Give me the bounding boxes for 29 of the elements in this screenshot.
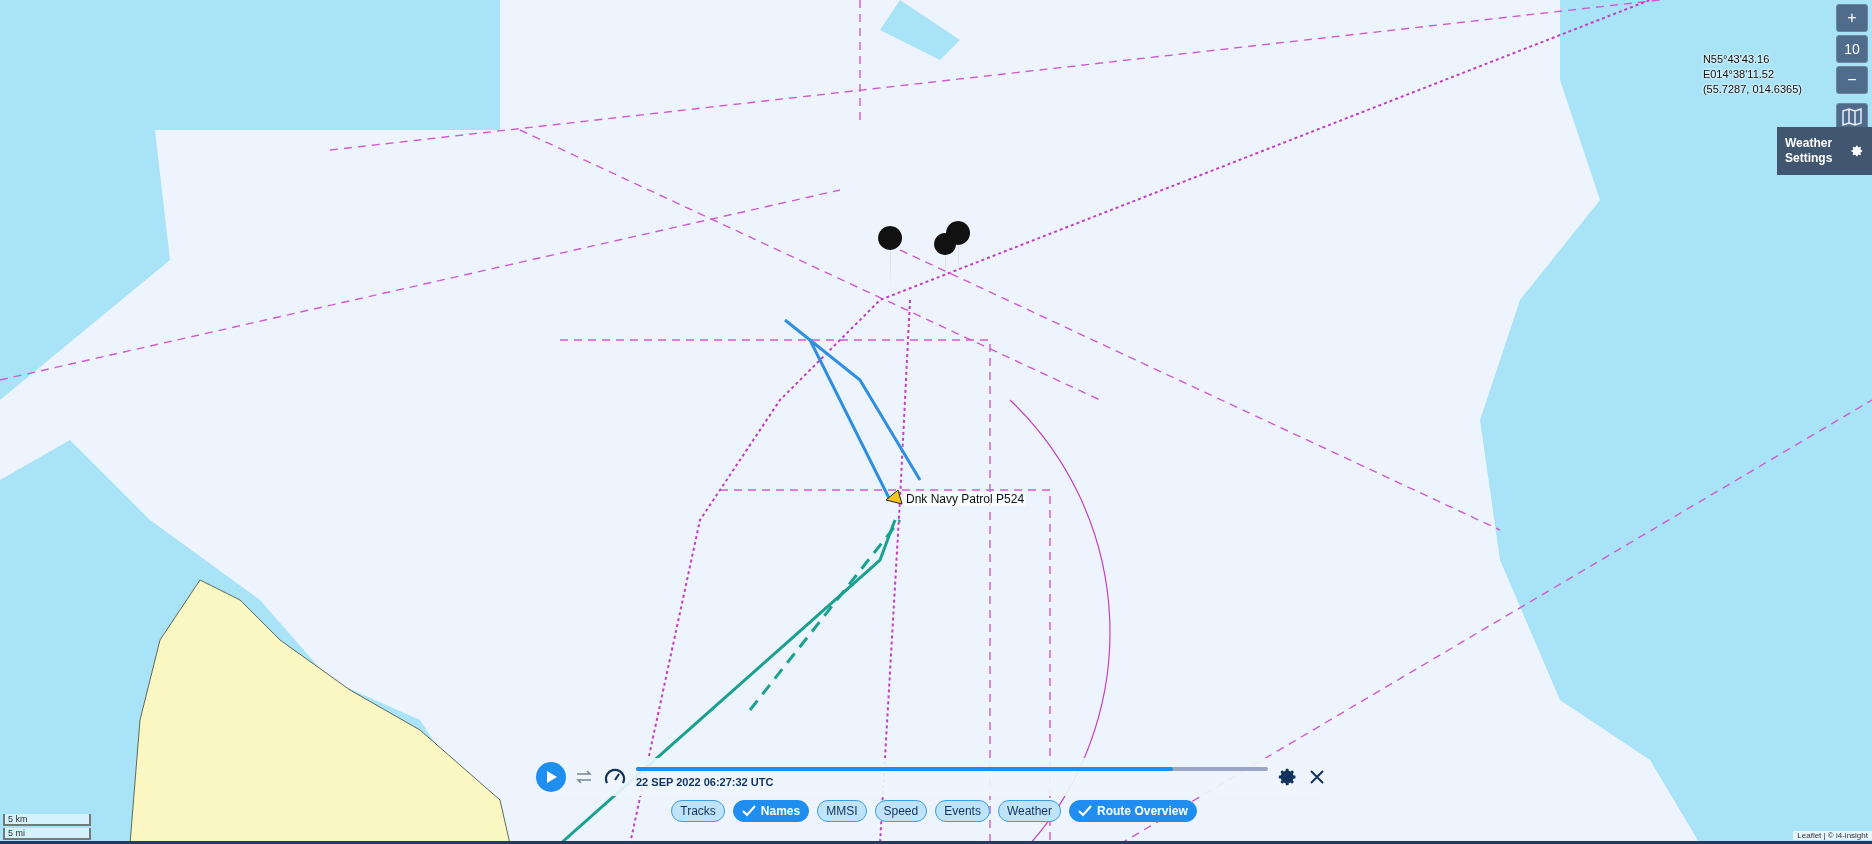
play-button[interactable] <box>536 762 566 792</box>
cursor-coordinate: N55°43'43.16 <box>1702 52 1771 67</box>
zoom-level: 10 <box>1836 35 1868 63</box>
toggle-chip[interactable]: Tracks <box>671 800 725 822</box>
playback-timestamp: 22 SEP 2022 06:27:32 UTC <box>636 775 775 788</box>
cursor-coordinate: (55.7287, 014.6365) <box>1702 82 1802 97</box>
toggle-chip[interactable]: Speed <box>874 800 928 822</box>
map-icon <box>1841 106 1863 128</box>
checkmark-icon <box>1078 805 1093 817</box>
vessel-icon[interactable] <box>885 489 903 505</box>
settings-icon <box>1278 767 1298 787</box>
zoom-out-button[interactable]: − <box>1836 66 1868 94</box>
toggle-chip[interactable]: Weather <box>997 800 1062 822</box>
close-button[interactable] <box>1308 768 1326 786</box>
toggle-chip[interactable]: Events <box>935 800 990 822</box>
weather-settings-button[interactable]: Weather Settings <box>1777 127 1872 175</box>
vessel-name-label: Dnk Navy Patrol P524 <box>904 492 1027 506</box>
scale-bar: 5 km <box>3 814 91 826</box>
swap-button[interactable] <box>574 768 594 786</box>
playback-timeline[interactable] <box>636 766 1268 771</box>
map-attribution: Leaflet | © i4-insight <box>1793 831 1872 840</box>
cursor-coordinate: E014°38'11.52 <box>1702 67 1776 82</box>
play-icon <box>544 770 558 784</box>
checkmark-icon <box>741 805 756 817</box>
scale-bar: 5 mi <box>3 828 91 840</box>
swap-arrows-icon <box>576 770 592 784</box>
toggle-chip[interactable]: MMSI <box>817 800 867 822</box>
zoom-in-button[interactable]: + <box>1836 4 1868 32</box>
close-icon <box>1310 770 1324 784</box>
